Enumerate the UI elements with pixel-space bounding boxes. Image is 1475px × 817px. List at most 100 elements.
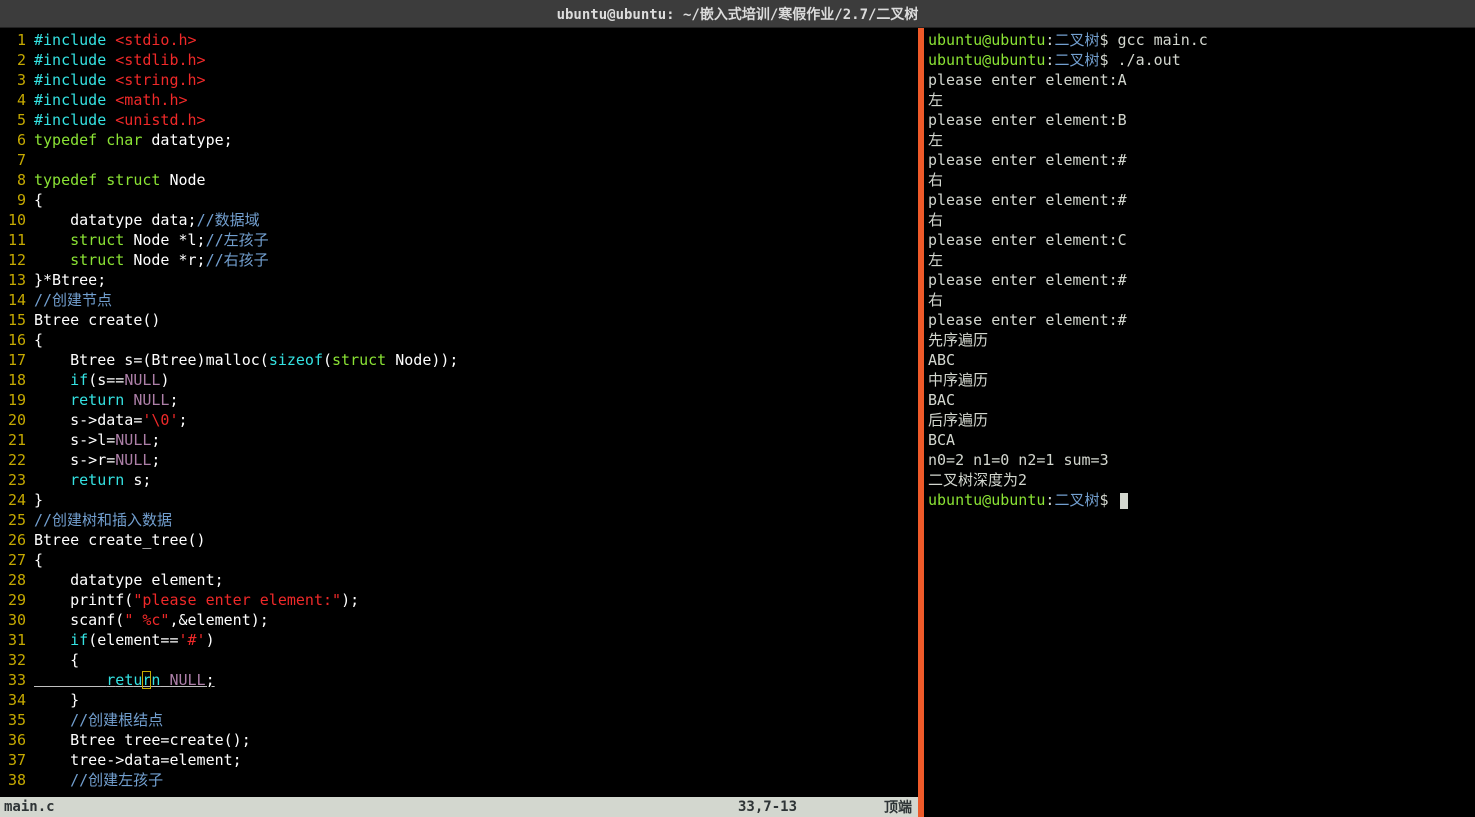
editor-pane[interactable]: 1234567891011121314151617181920212223242… [0, 28, 918, 817]
code-line[interactable]: //创建左孩子 [34, 770, 918, 790]
token-plain: datatype data; [34, 211, 197, 229]
line-number: 12 [0, 250, 32, 270]
code-line[interactable]: scanf(" %c",&element); [34, 610, 918, 630]
token-plain: s; [124, 471, 151, 489]
line-number: 26 [0, 530, 32, 550]
code-line[interactable]: { [34, 550, 918, 570]
token-plain: { [34, 551, 43, 569]
code-line[interactable]: datatype element; [34, 570, 918, 590]
token-const: NULL [124, 371, 160, 389]
terminal-cursor [1120, 493, 1128, 509]
code-line[interactable]: }*Btree; [34, 270, 918, 290]
code-line[interactable]: if(s==NULL) [34, 370, 918, 390]
code-line[interactable]: #include <stdio.h> [34, 30, 918, 50]
code-line[interactable]: printf("please enter element:"); [34, 590, 918, 610]
token-plain: Btree create() [34, 311, 160, 329]
code-line[interactable]: Btree s=(Btree)malloc(sizeof(struct Node… [34, 350, 918, 370]
code-line[interactable]: #include <string.h> [34, 70, 918, 90]
terminal-pane[interactable]: ubuntu@ubuntu:二叉树$ gcc main.cubuntu@ubun… [924, 28, 1475, 817]
token-str: <string.h> [115, 71, 205, 89]
code-line[interactable]: { [34, 650, 918, 670]
line-number: 21 [0, 430, 32, 450]
code-line[interactable]: s->r=NULL; [34, 450, 918, 470]
vim-statusbar: main.c 33,7-13 顶端 [0, 797, 918, 817]
code-line[interactable]: s->data='\0'; [34, 410, 918, 430]
code-line[interactable]: #include <stdlib.h> [34, 50, 918, 70]
code-line[interactable]: } [34, 490, 918, 510]
code-line[interactable]: #include <unistd.h> [34, 110, 918, 130]
token-plain [34, 631, 70, 649]
terminal-line: ABC [928, 350, 1471, 370]
token-plain: s->r= [34, 451, 115, 469]
code-line[interactable]: s->l=NULL; [34, 430, 918, 450]
code-content[interactable]: #include <stdio.h>#include <stdlib.h>#in… [32, 28, 918, 797]
code-line[interactable]: return NULL; [34, 390, 918, 410]
token-plain [34, 251, 70, 269]
line-number: 20 [0, 410, 32, 430]
line-number: 1 [0, 30, 32, 50]
token-kw: return [70, 391, 124, 409]
line-number: 36 [0, 730, 32, 750]
line-number: 15 [0, 310, 32, 330]
line-number: 3 [0, 70, 32, 90]
status-filename: main.c [0, 799, 60, 815]
code-line[interactable]: struct Node *r;//右孩子 [34, 250, 918, 270]
token-plain: ,&element); [169, 611, 268, 629]
code-line[interactable]: { [34, 190, 918, 210]
terminal-line: please enter element:# [928, 310, 1471, 330]
token-plain: ) [160, 371, 169, 389]
line-number: 38 [0, 770, 32, 790]
code-line[interactable]: typedef struct Node [34, 170, 918, 190]
code-line[interactable]: Btree tree=create(); [34, 730, 918, 750]
prompt-path: 二叉树 [1054, 31, 1099, 49]
line-number: 25 [0, 510, 32, 530]
terminal-line: please enter element:A [928, 70, 1471, 90]
token-type: typedef [34, 131, 97, 149]
token-plain: ); [341, 591, 359, 609]
line-number: 10 [0, 210, 32, 230]
prompt-user: ubuntu@ubuntu [928, 491, 1045, 509]
code-line[interactable]: { [34, 330, 918, 350]
code-line[interactable]: //创建根结点 [34, 710, 918, 730]
token-type: struct [70, 231, 124, 249]
code-line[interactable]: } [34, 690, 918, 710]
code-line[interactable]: //创建树和插入数据 [34, 510, 918, 530]
window-title: ubuntu@ubuntu: ~/嵌入式培训/寒假作业/2.7/二叉树 [557, 4, 919, 24]
code-line[interactable]: datatype data;//数据域 [34, 210, 918, 230]
token-plain: tree->data=element; [34, 751, 242, 769]
line-number: 2 [0, 50, 32, 70]
token-plain [34, 231, 70, 249]
terminal-line: 右 [928, 290, 1471, 310]
code-line[interactable]: Btree create() [34, 310, 918, 330]
terminal-line: 右 [928, 210, 1471, 230]
terminal-line: BCA [928, 430, 1471, 450]
token-plain: { [34, 651, 79, 669]
terminal-line: 左 [928, 130, 1471, 150]
code-line[interactable]: return s; [34, 470, 918, 490]
token-plain [34, 671, 106, 689]
code-line[interactable]: if(element=='#') [34, 630, 918, 650]
code-line[interactable]: tree->data=element; [34, 750, 918, 770]
token-type: struct [106, 171, 160, 189]
code-line[interactable] [34, 150, 918, 170]
status-position: 33,7-13 [738, 799, 858, 815]
token-str: " %c" [124, 611, 169, 629]
code-line[interactable]: #include <math.h> [34, 90, 918, 110]
code-line[interactable]: Btree create_tree() [34, 530, 918, 550]
token-str: <stdio.h> [115, 31, 196, 49]
token-plain [97, 131, 106, 149]
token-plain: Node *r; [124, 251, 205, 269]
token-plain: datatype; [142, 131, 232, 149]
line-number: 23 [0, 470, 32, 490]
code-line[interactable]: typedef char datatype; [34, 130, 918, 150]
code-line[interactable]: struct Node *l;//左孩子 [34, 230, 918, 250]
token-str: "please enter element:" [133, 591, 341, 609]
code-area[interactable]: 1234567891011121314151617181920212223242… [0, 28, 918, 797]
line-number: 37 [0, 750, 32, 770]
token-plain: Node *l; [124, 231, 205, 249]
token-plain [97, 171, 106, 189]
code-line[interactable]: //创建节点 [34, 290, 918, 310]
line-number: 33 [0, 670, 32, 690]
token-plain: } [34, 691, 79, 709]
code-line[interactable]: return NULL; [34, 670, 918, 690]
